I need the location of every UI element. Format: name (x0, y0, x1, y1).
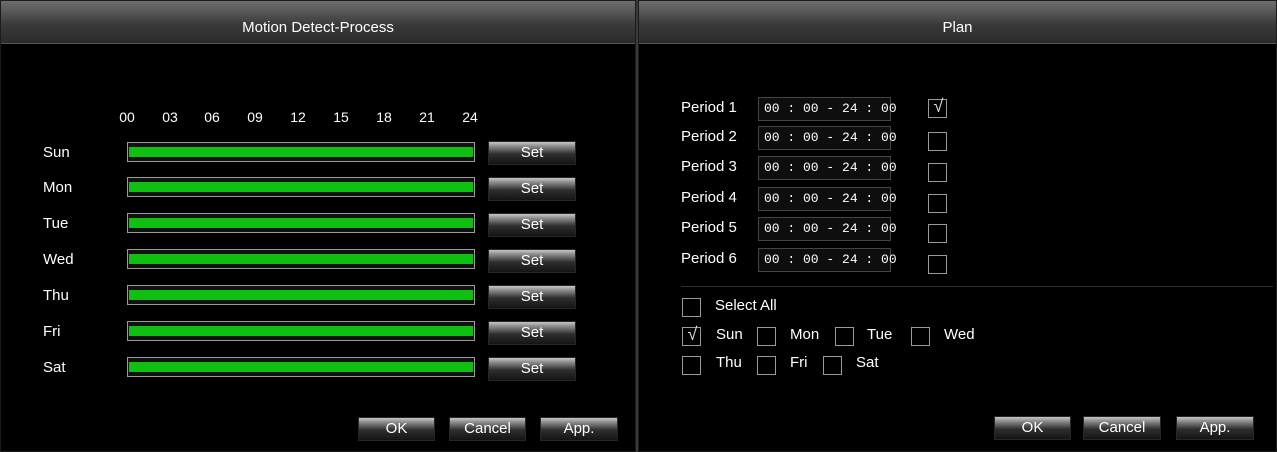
set-button-thu[interactable]: Set (488, 285, 576, 309)
set-button-sat[interactable]: Set (488, 357, 576, 381)
panel-title: Motion Detect-Process (242, 19, 394, 36)
schedule-fill (129, 290, 473, 300)
period-checkbox-4[interactable] (928, 194, 947, 213)
period-label-1: Period 1 (681, 99, 737, 116)
weekday-label-wed: Wed (944, 326, 975, 343)
period-checkbox-6[interactable] (928, 255, 947, 274)
weekday-checkbox-fri[interactable] (757, 356, 776, 375)
period-time-6[interactable]: 00 : 00 - 24 : 00 (758, 248, 897, 272)
weekday-label-tue: Tue (867, 326, 893, 343)
weekday-checkbox-sun[interactable]: √ (682, 324, 701, 346)
weekday-checkbox-mon[interactable] (757, 327, 776, 346)
set-button-sun[interactable]: Set (488, 141, 576, 165)
period-time-1[interactable]: 00 : 00 - 24 : 00 (758, 97, 897, 121)
apply-button[interactable]: App. (1176, 416, 1254, 440)
period-time-2[interactable]: 00 : 00 - 24 : 00 (758, 126, 897, 150)
schedule-bar-tue[interactable] (127, 213, 475, 233)
period-label-6: Period 6 (681, 250, 737, 267)
ok-button[interactable]: OK (358, 417, 435, 441)
period-time-4[interactable]: 00 : 00 - 24 : 00 (758, 187, 897, 211)
day-label-fri: Fri (43, 323, 61, 340)
schedule-fill (129, 182, 473, 192)
schedule-fill (129, 218, 473, 228)
apply-button[interactable]: App. (540, 417, 618, 441)
period-time-3[interactable]: 00 : 00 - 24 : 00 (758, 156, 897, 180)
period-label-4: Period 4 (681, 189, 737, 206)
title-bar: Plan (639, 1, 1276, 44)
period-checkbox-1[interactable]: √ (928, 96, 947, 118)
period-checkbox-5[interactable] (928, 224, 947, 243)
hour-tick: 18 (376, 109, 392, 125)
plan-panel: Plan Period 1 00 : 00 - 24 : 00 √ Period… (638, 0, 1277, 452)
period-label-5: Period 5 (681, 219, 737, 236)
hour-tick: 15 (333, 109, 349, 125)
set-button-tue[interactable]: Set (488, 213, 576, 237)
set-button-wed[interactable]: Set (488, 249, 576, 273)
weekday-checkbox-sat[interactable] (823, 356, 842, 375)
weekday-checkbox-tue[interactable] (835, 327, 854, 346)
hour-tick: 09 (247, 109, 263, 125)
schedule-bar-thu[interactable] (127, 285, 475, 305)
separator (681, 286, 1273, 287)
day-label-sat: Sat (43, 359, 66, 376)
weekday-label-sun: Sun (716, 326, 743, 343)
weekday-checkbox-wed[interactable] (911, 327, 930, 346)
day-label-wed: Wed (43, 251, 74, 268)
hour-tick: 03 (162, 109, 178, 125)
weekday-checkbox-thu[interactable] (682, 356, 701, 375)
period-time-5[interactable]: 00 : 00 - 24 : 00 (758, 217, 897, 241)
weekday-label-sat: Sat (856, 354, 879, 371)
weekday-label-fri: Fri (790, 354, 808, 371)
day-label-sun: Sun (43, 144, 70, 161)
check-mark-icon: √ (933, 96, 944, 116)
schedule-bar-wed[interactable] (127, 249, 475, 269)
ok-button[interactable]: OK (994, 416, 1071, 440)
schedule-fill (129, 326, 473, 336)
day-label-mon: Mon (43, 179, 73, 196)
set-button-mon[interactable]: Set (488, 177, 576, 201)
weekday-label-thu: Thu (716, 354, 742, 371)
hour-tick: 12 (290, 109, 306, 125)
weekday-label-mon: Mon (790, 326, 820, 343)
motion-detect-process-panel: Motion Detect-Process 00 03 06 09 12 15 … (0, 0, 636, 452)
select-all-checkbox[interactable] (682, 298, 701, 317)
title-bar: Motion Detect-Process (1, 1, 635, 44)
cancel-button[interactable]: Cancel (449, 417, 526, 441)
schedule-fill (129, 362, 473, 372)
period-label-2: Period 2 (681, 128, 737, 145)
day-label-tue: Tue (43, 215, 69, 232)
schedule-bar-sun[interactable] (127, 142, 475, 162)
hour-tick: 06 (204, 109, 220, 125)
set-button-fri[interactable]: Set (488, 321, 576, 345)
schedule-bar-sat[interactable] (127, 357, 475, 377)
hour-tick: 00 (119, 109, 135, 125)
schedule-fill (129, 147, 473, 157)
check-mark-icon: √ (687, 324, 698, 344)
period-checkbox-2[interactable] (928, 132, 947, 151)
period-label-3: Period 3 (681, 158, 737, 175)
panel-title: Plan (942, 19, 973, 36)
schedule-bar-mon[interactable] (127, 177, 475, 197)
schedule-fill (129, 254, 473, 264)
schedule-bar-fri[interactable] (127, 321, 475, 341)
period-checkbox-3[interactable] (928, 163, 947, 182)
cancel-button[interactable]: Cancel (1083, 416, 1161, 440)
hour-tick: 24 (462, 109, 478, 125)
day-label-thu: Thu (43, 287, 69, 304)
select-all-label: Select All (715, 297, 777, 314)
hour-tick: 21 (419, 109, 435, 125)
